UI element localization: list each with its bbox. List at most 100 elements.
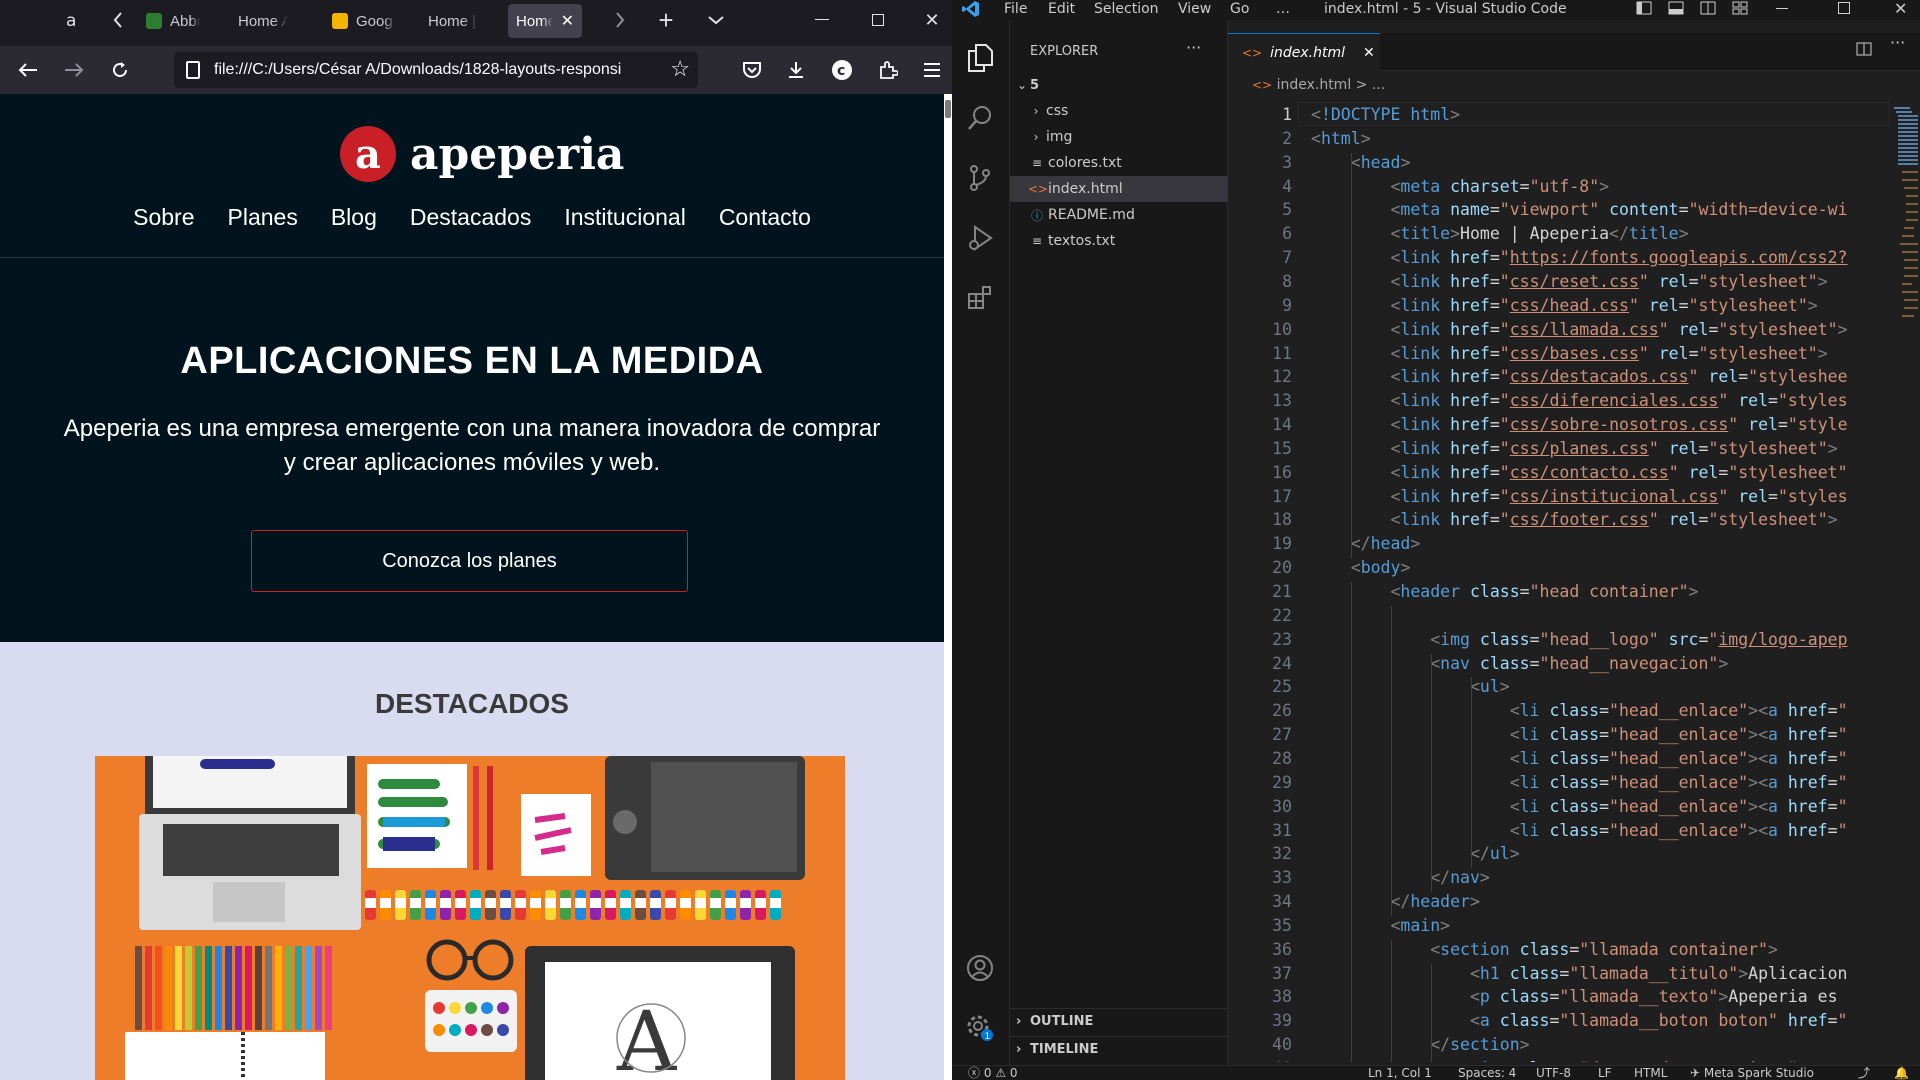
errors-warnings[interactable]: ⓧ 0 ⚠ 0 — [968, 1066, 1018, 1080]
tree-file-colores[interactable]: ≡ colores.txt — [1010, 150, 1228, 176]
encoding[interactable]: UTF-8 — [1536, 1066, 1571, 1080]
workspace-folder[interactable]: ⌄ 5 — [1010, 72, 1228, 98]
tab-scroll-right-icon[interactable] — [610, 0, 630, 40]
new-tab-icon[interactable]: + — [654, 0, 678, 40]
breadcrumb-text: index.html > ... — [1276, 77, 1386, 93]
customize-layout-icon[interactable] — [1732, 0, 1748, 20]
pocket-icon[interactable] — [736, 54, 768, 86]
tree-file-readme[interactable]: ⓘ README.md — [1010, 202, 1228, 228]
menu-selection[interactable]: Selection — [1094, 0, 1159, 20]
tab-label: Abbre — [170, 12, 200, 30]
page-info-icon[interactable] — [186, 61, 200, 79]
maximize-icon[interactable] — [868, 0, 888, 40]
nav-link-blog[interactable]: Blog — [331, 204, 377, 231]
vscode-titlebar: File Edit Selection View Go … index.html… — [952, 0, 1920, 20]
feedback-icon[interactable]: ⤴ — [1858, 1066, 1870, 1080]
editor-more-actions-icon[interactable]: ··· — [1890, 33, 1905, 52]
downloads-icon[interactable] — [780, 54, 812, 86]
source-control-icon[interactable] — [960, 158, 1000, 198]
language-mode[interactable]: HTML — [1634, 1066, 1667, 1080]
site-logo[interactable]: a apeperia — [340, 124, 624, 184]
back-icon[interactable] — [12, 54, 44, 86]
minimap[interactable] — [1890, 102, 1920, 402]
scrollbar-thumb[interactable] — [945, 100, 951, 118]
close-tab-icon[interactable]: ✕ — [1363, 45, 1375, 61]
bookmark-star-icon[interactable]: ☆ — [666, 56, 690, 82]
split-editor-icon[interactable] — [1856, 41, 1872, 61]
tab-scroll-left-icon[interactable] — [108, 0, 128, 40]
explorer-files-icon[interactable] — [960, 38, 1000, 78]
timeline-section[interactable]: › TIMELINE — [1010, 1036, 1228, 1062]
account-avatar-icon[interactable]: c — [826, 54, 858, 86]
end-of-line[interactable]: LF — [1598, 1066, 1612, 1080]
tree-folder-img[interactable]: › img — [1010, 124, 1228, 150]
close-tab-icon[interactable]: ✕ — [561, 11, 574, 31]
browser-tab[interactable]: Home | A — [412, 4, 492, 38]
extension-status[interactable]: ✈ Meta Spark Studio — [1690, 1066, 1814, 1080]
chevron-right-icon: › — [1016, 1042, 1022, 1057]
line-number: 9 — [1282, 295, 1292, 315]
info-file-icon: ⓘ — [1030, 208, 1043, 223]
minimize-icon[interactable] — [1776, 0, 1788, 20]
menu-file[interactable]: File — [1004, 0, 1027, 20]
code-line: <title>Home | Apeperia</title> — [1390, 224, 1689, 244]
nav-link-sobre[interactable]: Sobre — [133, 204, 194, 231]
page-scrollbar[interactable] — [944, 94, 952, 1080]
outline-section[interactable]: › OUTLINE — [1010, 1008, 1228, 1034]
accounts-icon[interactable] — [960, 948, 1000, 988]
close-window-icon[interactable]: ✕ — [922, 0, 942, 40]
timeline-title: TIMELINE — [1030, 1042, 1099, 1057]
notifications-bell-icon[interactable]: 🔔 — [1894, 1066, 1909, 1080]
nav-link-institucional[interactable]: Institucional — [564, 204, 685, 231]
tree-file-textos[interactable]: ≡ textos.txt — [1010, 228, 1228, 254]
line-number: 31 — [1272, 820, 1292, 840]
menu-more[interactable]: … — [1276, 0, 1290, 20]
menu-view[interactable]: View — [1178, 0, 1211, 20]
reload-icon[interactable] — [104, 54, 136, 86]
tree-folder-css[interactable]: › css — [1010, 98, 1228, 124]
code-line: <link href="css/reset.css" rel="styleshe… — [1390, 271, 1828, 291]
nav-link-planes[interactable]: Planes — [228, 204, 298, 231]
explorer-more-actions-icon[interactable]: ··· — [1186, 38, 1201, 57]
menu-hamburger-icon[interactable] — [916, 54, 948, 86]
close-window-icon[interactable]: ✕ — [1894, 0, 1907, 20]
extension-status-label: Meta Spark Studio — [1703, 1066, 1815, 1080]
tab-label: Home | A — [428, 12, 478, 30]
toggle-secondary-sidebar-icon[interactable] — [1700, 0, 1716, 20]
toggle-sidebar-icon[interactable] — [1636, 0, 1652, 20]
list-tabs-chevron-down-icon[interactable] — [704, 0, 728, 40]
indentation[interactable]: Spaces: 4 — [1458, 1066, 1516, 1080]
cursor-position[interactable]: Ln 1, Col 1 — [1368, 1066, 1432, 1080]
code-line: <ul> — [1469, 677, 1510, 697]
editor-tabs: <> index.html ✕ ··· — [1228, 33, 1920, 71]
firefox-view-icon[interactable]: a — [60, 0, 84, 40]
line-number: 4 — [1282, 176, 1292, 196]
extensions-icon[interactable] — [960, 278, 1000, 318]
toggle-panel-icon[interactable] — [1668, 0, 1684, 20]
rocket-icon: ✈ — [1690, 1066, 1701, 1080]
editor-tab-index[interactable]: <> index.html ✕ — [1228, 33, 1380, 71]
browser-tab[interactable]: Goog — [324, 4, 404, 38]
minimize-icon[interactable] — [812, 0, 832, 40]
search-icon[interactable] — [960, 98, 1000, 138]
menu-go[interactable]: Go — [1230, 0, 1249, 20]
nav-link-contacto[interactable]: Contacto — [719, 204, 811, 231]
line-number: 36 — [1272, 939, 1292, 959]
manage-gear-icon[interactable]: 1 — [960, 1008, 1000, 1048]
code-editor[interactable]: 1 <!DOCTYPE html> 2 <html> 3 <head> 4 <meta c… — [1228, 102, 1890, 1062]
address-bar[interactable]: file:///C:/Users/César A/Downloads/1828-… — [174, 52, 698, 88]
breadcrumb[interactable]: <> index.html > ... — [1252, 77, 1385, 93]
nav-link-destacados[interactable]: Destacados — [410, 204, 531, 231]
maximize-icon[interactable] — [1838, 0, 1850, 20]
line-number: 14 — [1272, 415, 1292, 435]
run-debug-icon[interactable] — [960, 218, 1000, 258]
chevron-down-icon: ⌄ — [1016, 78, 1028, 92]
menu-edit[interactable]: Edit — [1048, 0, 1075, 20]
browser-tab[interactable]: Abbre — [138, 4, 208, 38]
tree-file-index[interactable]: <> index.html — [1010, 176, 1228, 202]
forward-icon[interactable] — [58, 54, 90, 86]
browser-tab[interactable]: Home Ap — [222, 4, 306, 38]
extensions-icon[interactable] — [872, 54, 904, 86]
tab-active[interactable]: Home | ✕ — [508, 4, 582, 38]
plans-button[interactable]: Conozca los planes — [251, 530, 688, 592]
